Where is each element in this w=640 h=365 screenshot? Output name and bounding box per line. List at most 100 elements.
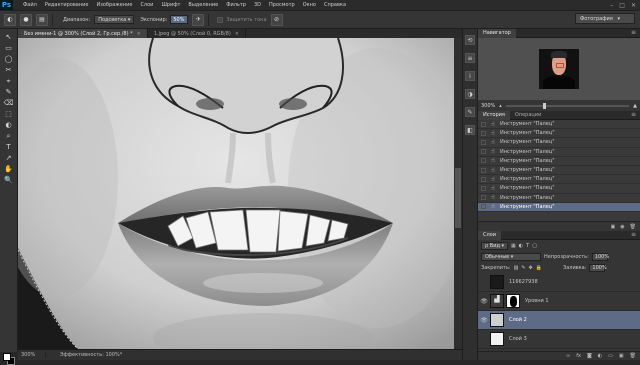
history-source-box[interactable] — [481, 158, 486, 164]
tab-actions[interactable]: Операции — [510, 111, 546, 120]
exposure-field[interactable]: 50% — [170, 15, 189, 24]
info-panel-icon[interactable]: i — [465, 71, 475, 81]
menu-window[interactable]: Окно — [299, 2, 320, 8]
close-icon[interactable]: ✕ — [631, 2, 636, 9]
history-item[interactable]: ☝ Инструмент "Палец" — [478, 194, 640, 203]
zoom-readout[interactable]: 300% — [18, 352, 46, 358]
lock-pixels-icon[interactable]: ▨ — [514, 265, 519, 271]
maximize-icon[interactable]: □ — [619, 2, 625, 9]
canvas-vertical-scrollbar[interactable] — [454, 38, 462, 349]
history-item[interactable]: ☝ Инструмент "Палец" — [478, 120, 640, 130]
history-item[interactable]: ☝ Инструмент "Палец" — [478, 129, 640, 139]
adjustments-panel-icon[interactable]: ◧ — [465, 125, 475, 135]
history-item[interactable]: ☝ Инструмент "Палец" — [478, 148, 640, 157]
tab-navigator[interactable]: Навигатор — [478, 28, 516, 38]
navigator-zoom-slider[interactable] — [505, 102, 630, 109]
scrollbar-thumb[interactable] — [455, 168, 461, 228]
layer-filter-select[interactable]: ρ Вид ▾ — [481, 241, 509, 250]
blend-mode-select[interactable]: Обычные ▾ — [481, 252, 541, 261]
history-source-box[interactable] — [481, 121, 486, 127]
menu-select[interactable]: Выделение — [184, 2, 222, 8]
burn-tool-icon[interactable]: ◐ — [4, 13, 16, 26]
history-source-box[interactable] — [481, 130, 486, 136]
history-item[interactable]: ☝ Инструмент "Палец" — [478, 184, 640, 194]
add-mask-icon[interactable]: ◙ — [587, 353, 592, 359]
filter-shape-icon[interactable]: ▢ — [532, 243, 537, 249]
hand-tool-icon[interactable]: ✋ — [2, 164, 16, 174]
history-item[interactable]: ☝ Инструмент "Палец" — [478, 166, 640, 176]
layer-mask-thumbnail[interactable] — [506, 294, 520, 308]
airbrush-icon[interactable]: ✈ — [192, 13, 205, 26]
opacity-field[interactable]: 100% — [591, 252, 609, 261]
layer-row[interactable]: 👁 Слой 2 — [478, 311, 640, 330]
lasso-tool-icon[interactable]: ◯ — [2, 54, 16, 64]
history-item[interactable]: ☝ Инструмент "Палец" — [478, 138, 640, 148]
history-source-box[interactable] — [481, 139, 486, 145]
layer-thumbnail[interactable] — [490, 275, 504, 289]
gradient-tool-icon[interactable]: ⬚ — [2, 109, 16, 119]
color-panel-icon[interactable]: ◑ — [465, 89, 475, 99]
layer-thumbnail[interactable] — [490, 332, 504, 346]
adjustment-layer-icon[interactable]: ◐ — [598, 353, 602, 359]
dodge-tool-icon[interactable]: ◐ — [2, 120, 16, 130]
fx-icon[interactable]: fx — [576, 353, 581, 359]
navigator-zoom-value[interactable]: 300% — [481, 103, 495, 109]
path-select-tool-icon[interactable]: ↗ — [2, 153, 16, 163]
menu-view[interactable]: Просмотр — [265, 2, 299, 8]
marquee-tool-icon[interactable]: ▭ — [2, 43, 16, 53]
lock-move-icon[interactable]: ✥ — [529, 265, 533, 271]
fill-field[interactable]: 100% — [589, 263, 607, 272]
menu-layers[interactable]: Слои — [136, 2, 157, 8]
history-source-box[interactable] — [481, 204, 486, 210]
layer-thumbnail[interactable] — [490, 313, 504, 327]
document-tab[interactable]: 1.jpeg @ 50% (Слой 0, RGB/8) × — [148, 29, 246, 38]
protect-tones-checkbox[interactable] — [217, 16, 224, 23]
zoom-out-icon[interactable]: ▴ — [499, 103, 502, 109]
visibility-eye-icon[interactable]: 👁 — [480, 298, 488, 305]
zoom-tool-icon[interactable]: 🔍 — [2, 175, 16, 185]
workspace-select[interactable]: Фотография ▾ — [575, 13, 635, 24]
document-tab-active[interactable]: Без имени-1 @ 300% (Слой 2, Гр.сер./8) *… — [18, 29, 148, 38]
pen-tool-icon[interactable]: ⌕ — [2, 131, 16, 141]
crop-tool-icon[interactable]: ✂ — [2, 65, 16, 75]
eyedropper-tool-icon[interactable]: ⌖ — [2, 76, 16, 86]
close-icon[interactable]: × — [137, 31, 141, 37]
filter-type-icon[interactable]: T — [526, 243, 529, 249]
menu-image[interactable]: Изображение — [92, 2, 136, 8]
link-layers-icon[interactable]: ∞ — [566, 353, 570, 359]
lock-all-icon[interactable]: 🔒 — [536, 265, 542, 271]
properties-panel-icon[interactable]: ≡ — [465, 53, 475, 63]
history-panel-icon[interactable]: ⟲ — [465, 35, 475, 45]
menu-help[interactable]: Справка — [320, 2, 350, 8]
visibility-eye-icon[interactable]: 👁 — [480, 317, 488, 324]
brush-panel-icon[interactable]: ✎ — [465, 107, 475, 117]
history-item[interactable]: ☝ Инструмент "Палец" — [478, 157, 640, 166]
history-source-box[interactable] — [481, 167, 486, 173]
layer-row[interactable]: 👁 ▟ Уровни 1 — [478, 292, 640, 311]
tab-layers[interactable]: Слои — [478, 230, 501, 240]
brush-preset-icon[interactable]: ● — [20, 13, 32, 26]
panel-menu-icon[interactable]: ≡ — [631, 231, 636, 238]
trash-icon[interactable]: 🗑 — [630, 224, 636, 230]
history-source-box[interactable] — [481, 185, 486, 191]
history-item[interactable]: ☝ Инструмент "Палец" — [478, 202, 640, 212]
history-source-box[interactable] — [481, 195, 486, 201]
navigator-view-box[interactable] — [556, 63, 564, 68]
minimize-icon[interactable]: – — [610, 2, 613, 9]
layer-thumbnail[interactable]: ▟ — [490, 294, 504, 308]
new-document-from-state-icon[interactable]: ▣ — [611, 224, 616, 230]
trash-icon[interactable]: 🗑 — [630, 353, 636, 359]
document-canvas[interactable] — [18, 38, 454, 349]
menu-filter[interactable]: Фильтр — [222, 2, 250, 8]
lock-paint-icon[interactable]: ✎ — [521, 265, 525, 271]
panel-menu-icon[interactable]: ≡ — [631, 111, 636, 118]
new-layer-icon[interactable]: ▣ — [619, 353, 624, 359]
range-select[interactable]: Подсветка ▾ — [94, 15, 135, 24]
type-tool-icon[interactable]: T — [2, 142, 16, 152]
move-tool-icon[interactable]: ↖ — [2, 32, 16, 42]
panel-menu-icon[interactable]: ≡ — [631, 29, 636, 36]
slider-knob[interactable] — [542, 102, 546, 109]
layer-row[interactable]: Слой 3 — [478, 330, 640, 349]
history-source-box[interactable] — [481, 149, 486, 155]
filter-pixel-icon[interactable]: ▦ — [511, 243, 516, 249]
